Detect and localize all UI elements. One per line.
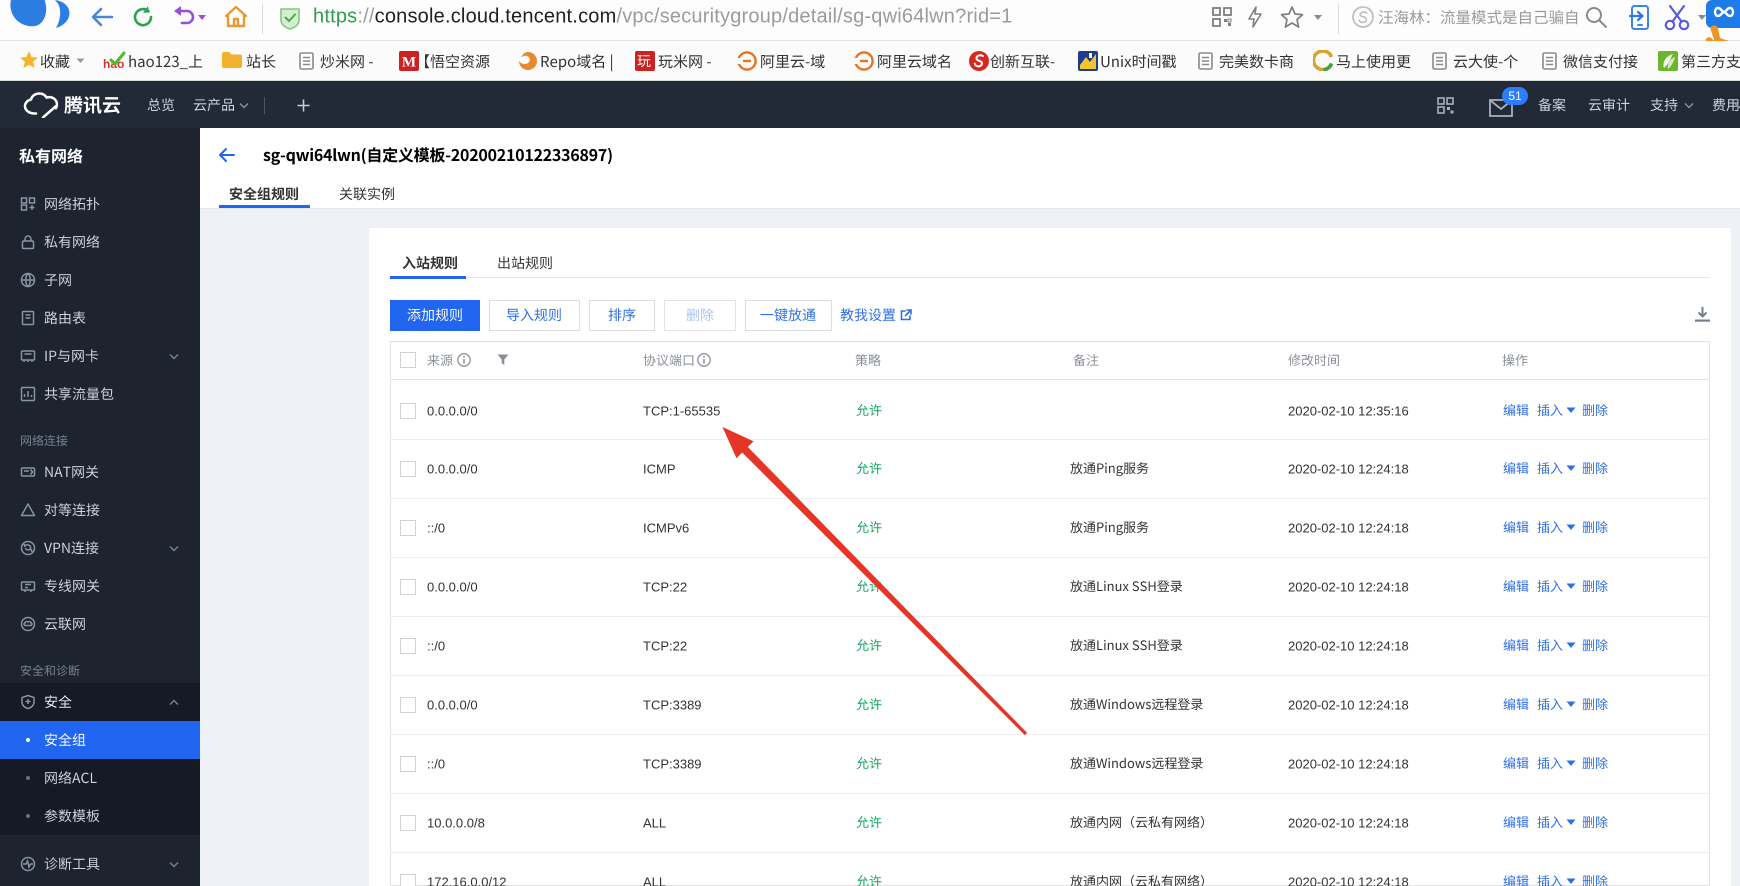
svg-text:M: M <box>402 55 416 71</box>
